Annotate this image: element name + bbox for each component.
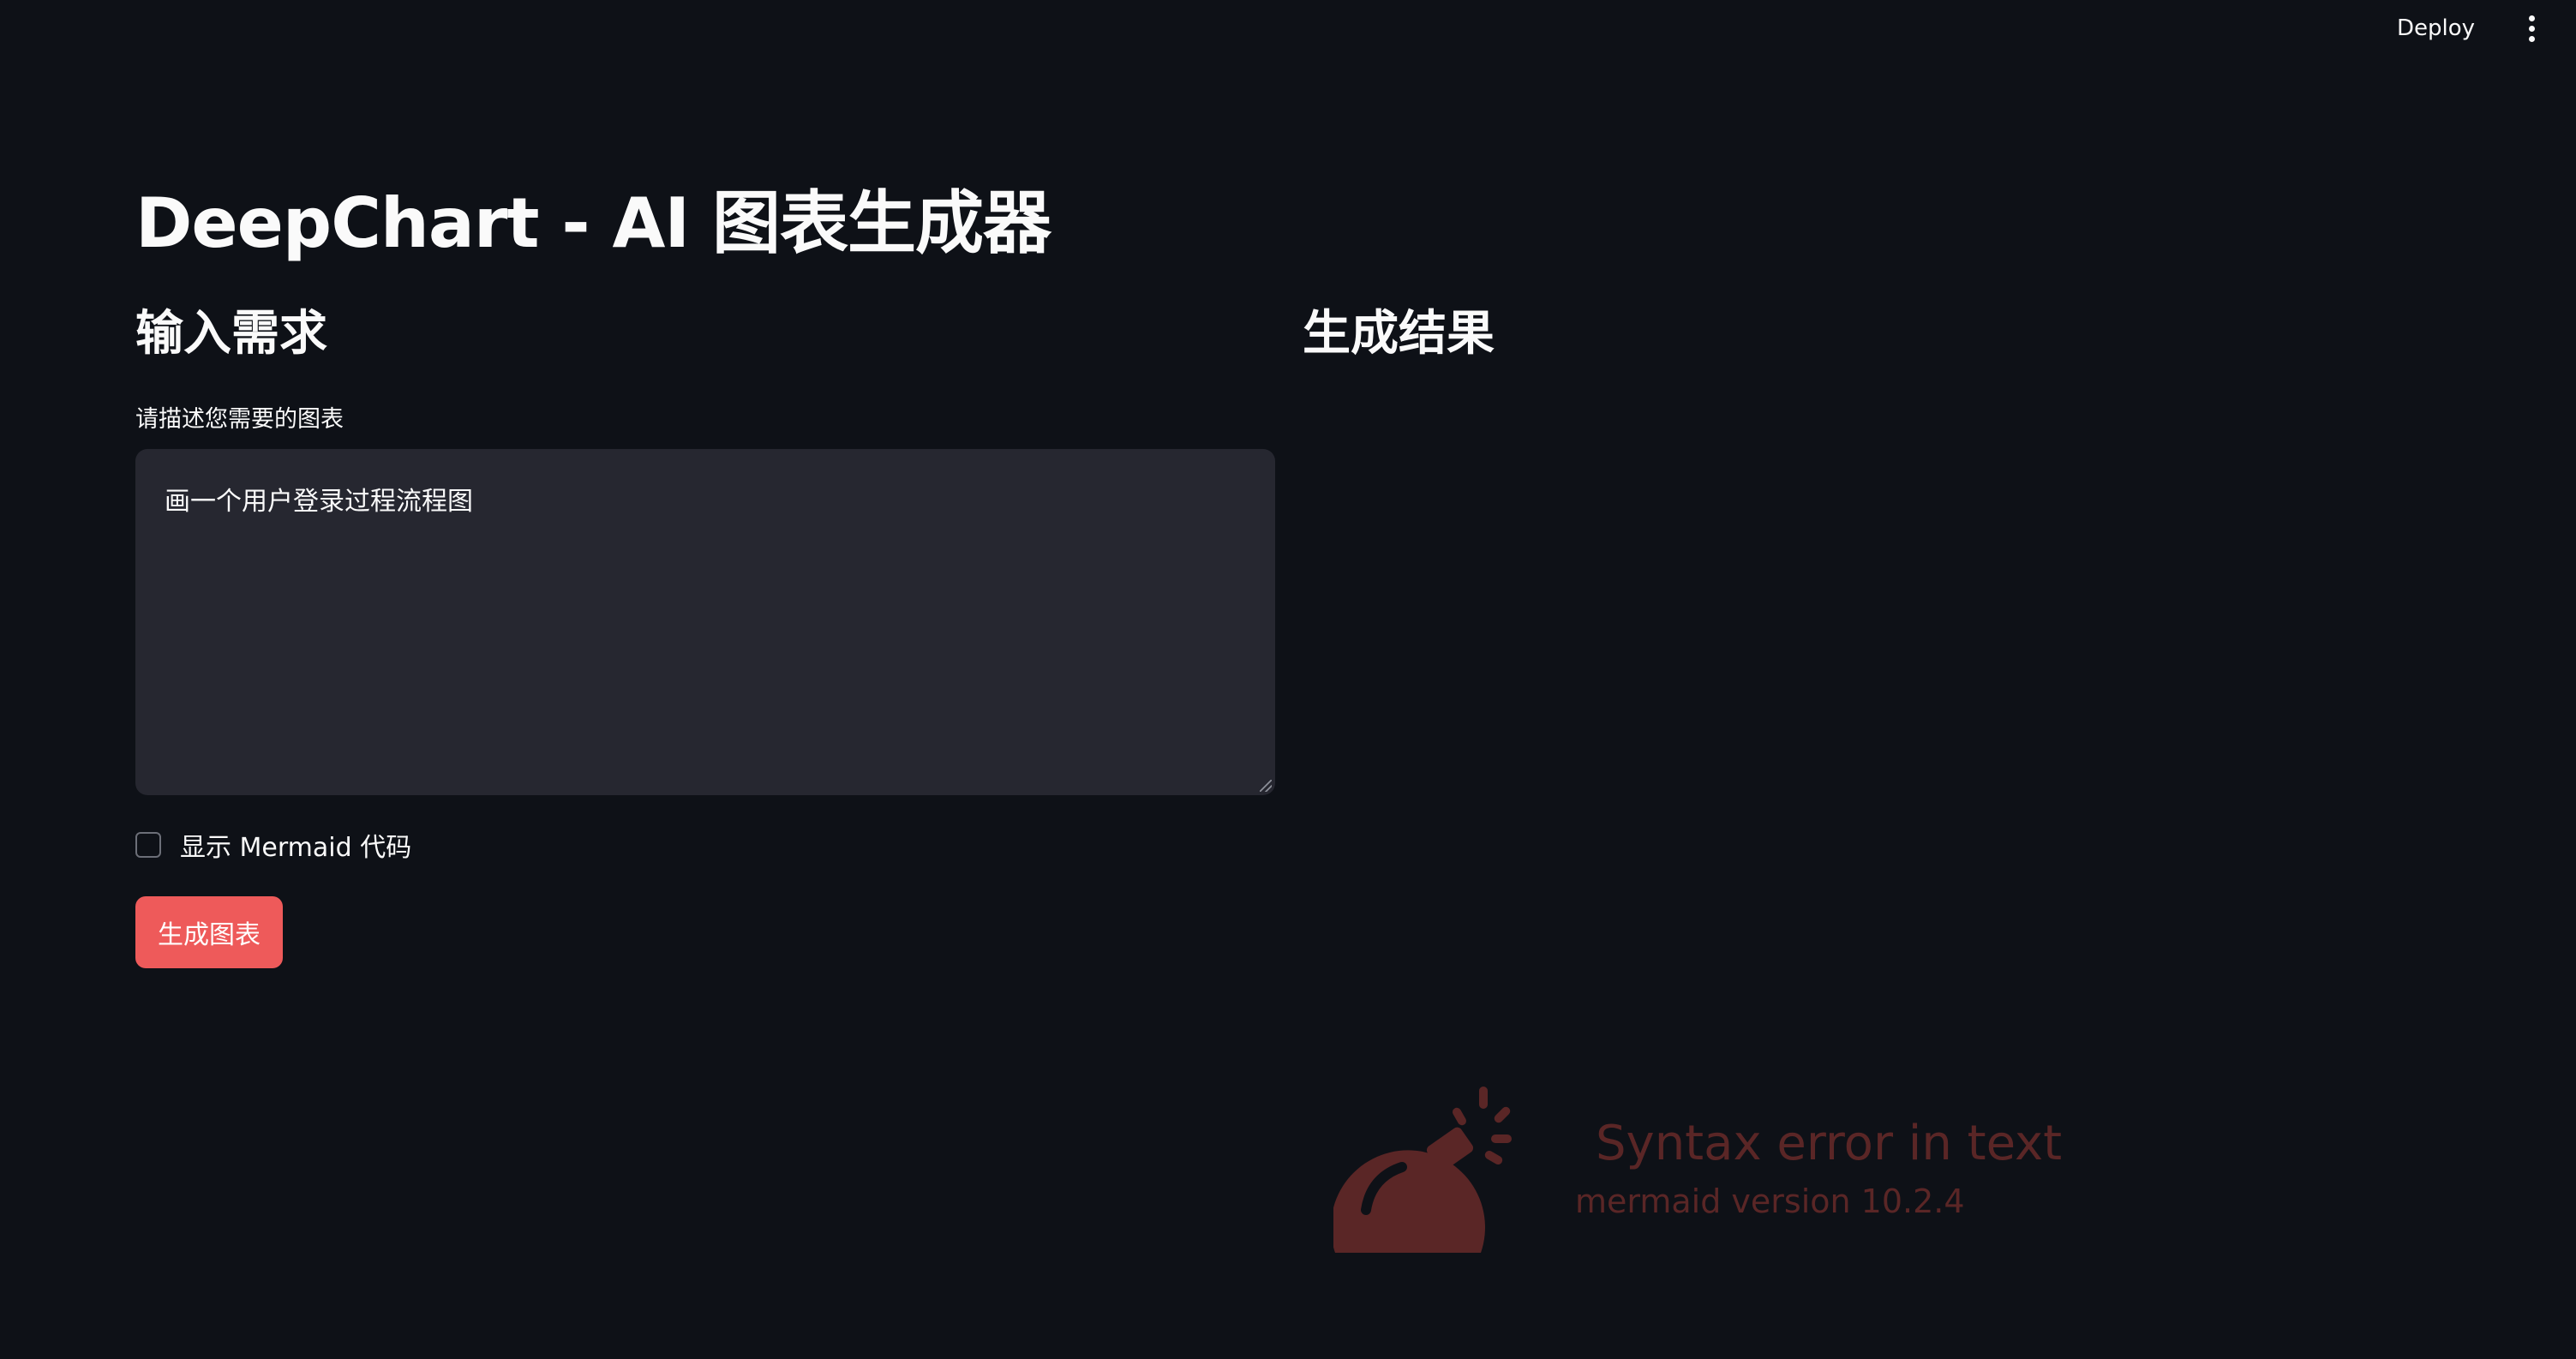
page-title: DeepChart - AI 图表生成器 [135,183,1051,263]
error-title: Syntax error in text [1596,1116,2063,1171]
description-textarea-wrapper: 画一个用户登录过程流程图 [135,449,1275,795]
result-column: 生成结果 [1303,295,2442,364]
kebab-menu-icon[interactable] [2511,8,2552,49]
show-mermaid-code-label: 显示 Mermaid 代码 [180,833,412,863]
description-field-label: 请描述您需要的图表 [135,406,344,433]
app-root: Deploy DeepChart - AI 图表生成器 输入需求 请描述您需要的… [0,0,2576,1359]
generate-chart-button[interactable]: 生成图表 [135,896,283,968]
deploy-button[interactable]: Deploy [2375,7,2497,50]
input-section-heading: 输入需求 [135,306,327,362]
resize-handle[interactable] [1260,780,1272,792]
menu-dot [2528,35,2535,42]
bomb-icon [1333,1087,1512,1253]
mermaid-error-graphic: Syntax error in text mermaid version 10.… [1333,1081,2105,1253]
top-toolbar: Deploy [0,0,2576,57]
show-mermaid-code-checkbox-row[interactable]: 显示 Mermaid 代码 [135,826,1275,864]
show-mermaid-code-checkbox[interactable] [135,832,161,858]
description-textarea[interactable]: 画一个用户登录过程流程图 [135,449,1275,795]
result-section-heading: 生成结果 [1303,306,1495,362]
menu-dot [2528,25,2535,32]
input-column: 输入需求 请描述您需要的图表 画一个用户登录过程流程图 显示 Mermaid 代… [135,295,1275,968]
menu-dot [2528,15,2535,21]
error-version: mermaid version 10.2.4 [1575,1182,1965,1220]
